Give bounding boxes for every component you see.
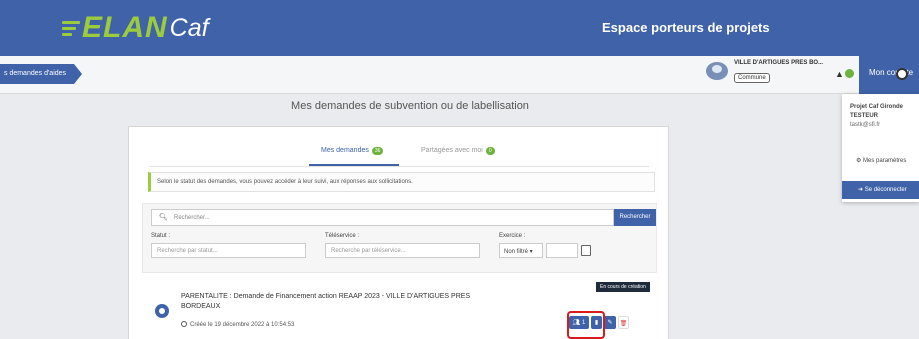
search-icon: 🔍︎ bbox=[159, 214, 168, 221]
notification-badge[interactable] bbox=[845, 69, 854, 78]
settings-link[interactable]: ⚙ Mes paramètres bbox=[856, 157, 906, 164]
status-filter[interactable]: Recherche par statut... bbox=[151, 243, 306, 258]
logo-caf-text: Caf bbox=[169, 13, 209, 42]
info-message: Selon le statut des demandes, vous pouve… bbox=[148, 172, 655, 192]
request-title[interactable]: PARENTALITE : Demande de Financement act… bbox=[181, 292, 501, 312]
elan-caf-logo[interactable]: ELAN Caf bbox=[62, 8, 209, 48]
dropdown-project: Projet Caf Gironde bbox=[850, 104, 904, 110]
account-dropdown: Projet Caf Gironde TESTEUR tastk@sfi.fr … bbox=[842, 94, 919, 202]
search-input[interactable]: Rechercher... bbox=[151, 209, 614, 226]
account-menu-button[interactable]: Mon compte bbox=[859, 56, 919, 94]
tab-mes-demandes[interactable]: Mes demandes 36 bbox=[321, 147, 384, 155]
clock-icon bbox=[181, 321, 187, 327]
account-avatar bbox=[706, 62, 728, 80]
created-date-text: Créée le 19 décembre 2022 à 10:54:53 bbox=[190, 322, 295, 328]
status-badge: En cours de création bbox=[596, 282, 650, 292]
account-switcher[interactable]: VILLE D'ARTIGUES PRES BO... Commune bbox=[706, 60, 823, 84]
search-button[interactable]: Rechercher bbox=[614, 209, 656, 226]
tab-partagees[interactable]: Partagées avec moi 0 bbox=[421, 147, 495, 155]
tab-label: Partagées avec moi bbox=[421, 147, 483, 154]
exercise-year-input[interactable] bbox=[546, 243, 578, 258]
tabs-divider bbox=[149, 166, 649, 167]
logo-lines-icon bbox=[62, 20, 80, 36]
edit-icon[interactable]: ✎ bbox=[604, 316, 616, 329]
teleservice-filter[interactable]: Recherche par téléservice... bbox=[325, 243, 480, 258]
search-panel: Rechercher... 🔍︎ Rechercher Statut : Rec… bbox=[142, 203, 657, 273]
page-title: Mes demandes de subvention ou de labelli… bbox=[291, 100, 529, 112]
app-header: ELAN Caf Espace porteurs de projets bbox=[0, 0, 919, 56]
settings-label: Mes paramètres bbox=[863, 158, 907, 164]
created-date: Créée le 19 décembre 2022 à 10:54:53 bbox=[181, 321, 294, 328]
exercise-label: Exercice : bbox=[499, 233, 526, 239]
bell-icon[interactable]: ▲ bbox=[835, 69, 844, 79]
dropdown-email: tastk@sfi.fr bbox=[850, 122, 881, 128]
account-name: VILLE D'ARTIGUES PRES BO... bbox=[734, 60, 824, 66]
cursor-icon bbox=[896, 68, 908, 80]
toolbar: s demandes d'aides VILLE D'ARTIGUES PRES… bbox=[0, 56, 919, 94]
account-type-badge: Commune bbox=[734, 73, 770, 83]
requests-card: Mes demandes 36 Partagées avec moi 0 Selon… bbox=[128, 126, 669, 339]
count-badge: 0 bbox=[485, 147, 495, 155]
highlight-box bbox=[567, 311, 605, 339]
tab-label: Mes demandes bbox=[321, 147, 369, 154]
exercise-select[interactable]: Non filtré ▾ bbox=[499, 243, 543, 258]
delete-icon[interactable]: 🗑︎ bbox=[618, 316, 629, 329]
status-label: Statut : bbox=[151, 233, 171, 239]
teleservice-label: Téléservice : bbox=[325, 233, 360, 239]
folder-icon bbox=[155, 304, 169, 318]
logo-elan-text: ELAN bbox=[82, 11, 168, 44]
count-badge: 36 bbox=[371, 147, 384, 155]
logout-label: Se déconnecter bbox=[864, 187, 907, 193]
logout-button[interactable]: ➜ Se déconnecter bbox=[842, 181, 919, 199]
dropdown-user: TESTEUR bbox=[850, 113, 879, 119]
header-title: Espace porteurs de projets bbox=[602, 20, 770, 35]
breadcrumb[interactable]: s demandes d'aides bbox=[0, 64, 83, 84]
calendar-icon[interactable] bbox=[581, 245, 591, 256]
